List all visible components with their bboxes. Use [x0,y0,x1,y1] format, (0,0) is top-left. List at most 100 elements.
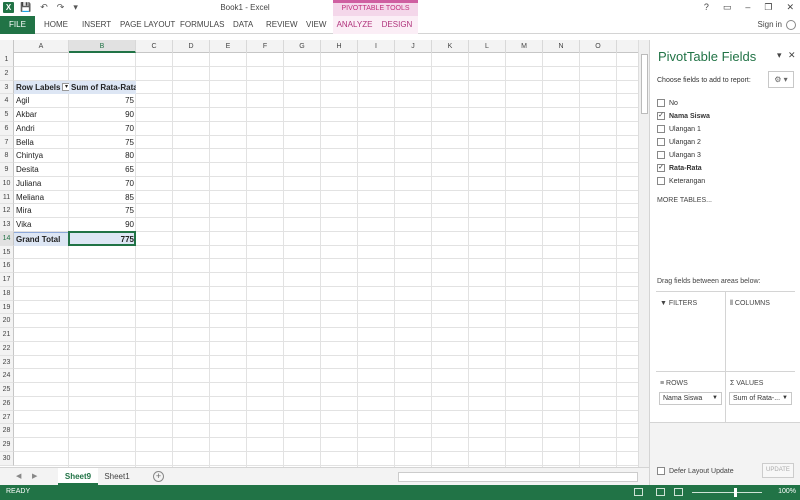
column-header-c[interactable]: C [136,40,173,53]
pivot-row-value[interactable]: 65 [69,163,136,177]
row-header[interactable]: 29 [0,438,14,452]
column-header-n[interactable]: N [543,40,580,53]
normal-view-icon[interactable] [634,488,643,496]
field-checkbox[interactable] [657,99,665,107]
next-sheet-icon[interactable]: ▶ [32,472,37,480]
zoom-level[interactable]: 100% [778,488,796,495]
pivot-row-value[interactable]: 90 [69,218,136,232]
tab-analyze[interactable]: ANALYZE [333,16,376,34]
field-ulangan-2[interactable]: Ulangan 2 [657,138,701,146]
sheet-tab-sheet1[interactable]: Sheet1 [100,468,134,485]
select-all-corner[interactable] [0,40,14,53]
pivot-row-label[interactable]: Andri [14,122,69,136]
pivot-row-value[interactable]: 70 [69,177,136,191]
pivot-row-label[interactable]: Desita [14,163,69,177]
column-header-g[interactable]: G [284,40,321,53]
worksheet-grid[interactable]: A B C D E F G H I J K L M N O 1 2 3 4 5 6 7 8 9 10 11 12 13 14 15 16 17… [0,40,640,467]
pivot-row-value[interactable]: 85 [69,191,136,205]
row-header[interactable]: 4 [0,94,14,108]
vertical-scrollbar[interactable] [638,40,649,467]
pivot-row-label[interactable]: Juliana [14,177,69,191]
column-header-i[interactable]: I [358,40,395,53]
tab-formulas[interactable]: FORMULAS [180,16,224,34]
tab-home[interactable]: HOME [44,16,68,34]
pivot-row-label[interactable]: Mira [14,204,69,218]
zoom-slider-knob[interactable] [734,488,737,497]
help-icon[interactable]: ? [704,2,709,13]
row-header[interactable]: 9 [0,163,14,177]
field-no[interactable]: No [657,99,678,107]
field-ulangan-1[interactable]: Ulangan 1 [657,125,701,133]
row-header[interactable]: 2 [0,66,14,81]
close-icon[interactable]: ✕ [786,2,794,13]
column-header-b[interactable]: B [69,40,136,53]
page-layout-view-icon[interactable] [656,488,665,496]
row-header[interactable]: 20 [0,314,14,328]
field-checkbox[interactable] [657,125,665,133]
row-header[interactable]: 8 [0,149,14,163]
page-break-view-icon[interactable] [674,488,683,496]
row-header[interactable]: 21 [0,328,14,342]
vertical-scroll-thumb[interactable] [641,54,648,114]
row-header[interactable]: 11 [0,190,14,205]
field-checkbox[interactable]: ✓ [657,112,665,120]
row-header[interactable]: 17 [0,273,14,287]
column-header-e[interactable]: E [210,40,247,53]
column-header-j[interactable]: J [395,40,432,53]
tab-insert[interactable]: INSERT [82,16,111,34]
pane-close-icon[interactable]: ✕ [788,50,796,61]
values-field-item[interactable]: Sum of Rata-... ▼ [729,392,792,405]
tab-design[interactable]: DESIGN [376,16,418,34]
pivot-row-value[interactable]: 75 [69,136,136,150]
column-header-d[interactable]: D [173,40,210,53]
column-header-h[interactable]: H [321,40,358,53]
zoom-slider[interactable] [692,492,762,493]
pivot-row-label[interactable]: Agil [14,94,69,108]
field-checkbox[interactable]: ✓ [657,164,665,172]
row-header[interactable]: 24 [0,369,14,383]
row-header[interactable]: 1 [0,53,14,67]
row-header[interactable]: 18 [0,286,14,301]
field-ulangan-3[interactable]: Ulangan 3 [657,151,701,159]
more-tables-link[interactable]: MORE TABLES... [657,197,712,204]
pivot-row-labels-header[interactable]: Row Labels ▾ [14,80,69,95]
tab-data[interactable]: DATA [233,16,253,34]
add-sheet-icon[interactable]: + [153,471,164,482]
row-header[interactable]: 13 [0,218,14,232]
pivot-row-label[interactable]: Chintya [14,149,69,163]
rows-field-item[interactable]: Nama Siswa ▼ [659,392,722,405]
column-header-o[interactable]: O [580,40,617,53]
pivot-row-value[interactable]: 90 [69,108,136,122]
row-header[interactable]: 14 [0,231,14,246]
pivot-row-label[interactable]: Bella [14,136,69,150]
field-checkbox[interactable] [657,151,665,159]
defer-checkbox[interactable] [657,467,665,475]
restore-icon[interactable]: ❐ [764,2,772,13]
row-header[interactable]: 22 [0,341,14,356]
grand-total-label[interactable]: Grand Total [14,231,69,246]
tab-file[interactable]: FILE [0,16,35,34]
row-header[interactable]: 23 [0,355,14,370]
field-keterangan[interactable]: Keterangan [657,177,705,185]
column-header-a[interactable]: A [14,40,69,53]
minimize-icon[interactable]: – [745,2,750,13]
row-header[interactable]: 3 [0,80,14,95]
ribbon-display-icon[interactable]: ▭ [723,2,732,13]
row-header[interactable]: 16 [0,259,14,273]
prev-sheet-icon[interactable]: ◀ [16,472,21,480]
pivot-values-header[interactable]: Sum of Rata-Rata [69,80,136,95]
defer-layout-update[interactable]: Defer Layout Update [657,467,734,475]
row-header[interactable]: 15 [0,245,14,260]
tab-page-layout[interactable]: PAGE LAYOUT [120,16,175,34]
row-header[interactable]: 28 [0,424,14,438]
tab-review[interactable]: REVIEW [266,16,298,34]
pivot-row-label[interactable]: Meliana [14,191,69,205]
row-header[interactable]: 27 [0,410,14,425]
column-header-m[interactable]: M [506,40,543,53]
field-rata-rata[interactable]: ✓ Rata-Rata [657,164,702,172]
pivot-row-value[interactable]: 75 [69,94,136,108]
gear-icon[interactable]: ⚙ ▾ [768,71,794,88]
row-header[interactable]: 30 [0,451,14,466]
row-header[interactable]: 10 [0,176,14,191]
sign-in-link[interactable]: Sign in [758,18,782,32]
